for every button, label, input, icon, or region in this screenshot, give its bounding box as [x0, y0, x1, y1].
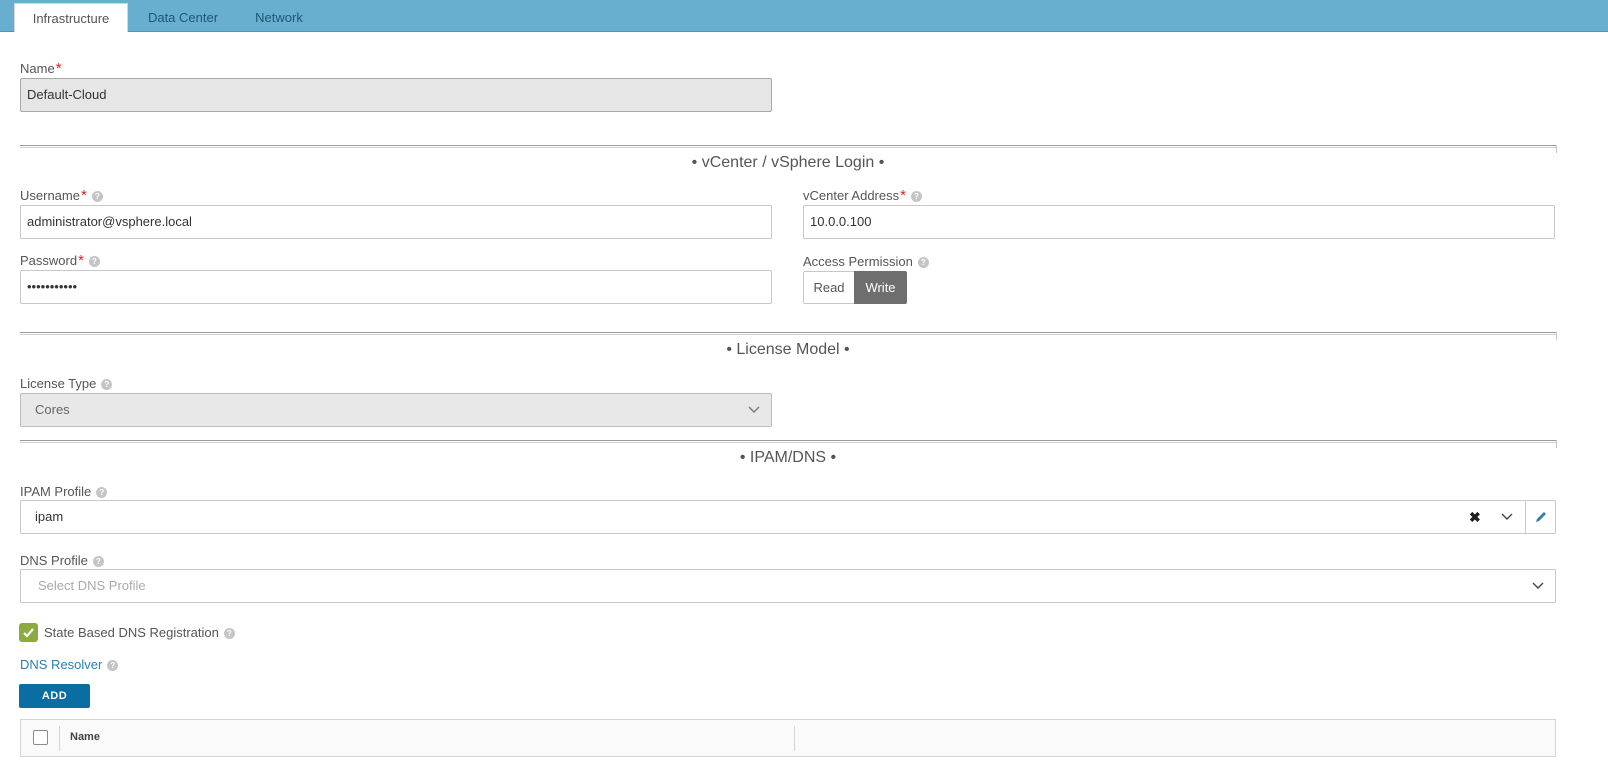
password-value: ••••••••••• [27, 279, 78, 294]
dns-resolver-link[interactable]: DNS Resolver? [20, 657, 119, 672]
chevron-down-icon [1532, 582, 1544, 589]
chevron-down-icon[interactable] [1500, 510, 1514, 524]
chevron-down-icon [748, 406, 760, 413]
section-title-license: • License Model • [726, 341, 850, 358]
dns-profile-placeholder: Select DNS Profile [38, 578, 146, 593]
username-label-text: Username [20, 188, 80, 203]
help-icon[interactable]: ? [92, 556, 104, 567]
password-label: Password*? [20, 253, 100, 269]
checkmark-icon [23, 628, 34, 638]
ipam-profile-select[interactable]: ipam ✖ [20, 500, 1556, 534]
access-read-button[interactable]: Read [803, 271, 855, 304]
pencil-edit-icon[interactable] [1534, 510, 1548, 524]
state-based-dns-label: State Based DNS Registration? [44, 625, 235, 641]
name-field[interactable]: Default-Cloud [20, 78, 772, 112]
help-icon[interactable]: ? [101, 379, 113, 390]
dns-profile-label: DNS Profile? [20, 553, 104, 569]
section-title-login: • vCenter / vSphere Login • [691, 154, 885, 171]
vcenter-address-input[interactable]: 10.0.0.100 [803, 205, 1555, 239]
add-button[interactable]: ADD [19, 684, 90, 708]
access-write-button[interactable]: Write [854, 271, 907, 304]
ipam-profile-label: IPAM Profile? [20, 484, 108, 500]
access-permission-label-text: Access Permission [803, 254, 913, 269]
password-input[interactable]: ••••••••••• [20, 270, 772, 304]
help-icon[interactable]: ? [91, 191, 103, 202]
required-mark: * [900, 187, 906, 204]
username-label: Username*? [20, 188, 103, 204]
state-based-dns-label-text: State Based DNS Registration [44, 625, 219, 640]
vcenter-address-label-text: vCenter Address [803, 188, 900, 203]
name-label-text: Name [20, 61, 55, 76]
state-based-dns-checkbox[interactable] [19, 623, 38, 642]
name-value: Default-Cloud [27, 87, 107, 102]
license-type-label-text: License Type [20, 376, 97, 391]
required-mark: * [78, 252, 84, 269]
username-value: administrator@vsphere.local [27, 214, 192, 229]
access-permission-label: Access Permission? [803, 254, 929, 270]
help-icon[interactable]: ? [910, 191, 922, 202]
clear-icon[interactable]: ✖ [1469, 510, 1481, 524]
required-mark: * [55, 60, 62, 77]
tab-bar: Infrastructure Data Center Network [0, 0, 1608, 32]
column-divider [794, 726, 795, 751]
license-type-value: Cores [35, 402, 70, 417]
section-title-ipam: • IPAM/DNS • [739, 449, 837, 466]
ipam-profile-value: ipam [35, 509, 64, 524]
input-divider [1525, 501, 1526, 533]
vcenter-address-label: vCenter Address*? [803, 188, 922, 204]
section-divider [20, 440, 1557, 448]
help-icon[interactable]: ? [88, 256, 100, 267]
vcenter-address-value: 10.0.0.100 [810, 214, 872, 229]
password-label-text: Password [20, 253, 78, 268]
help-icon[interactable]: ? [96, 487, 108, 498]
dns-resolver-label: DNS Resolver [20, 657, 103, 672]
help-icon[interactable]: ? [917, 257, 929, 268]
help-icon[interactable]: ? [223, 628, 235, 639]
tab-infrastructure[interactable]: Infrastructure [14, 3, 128, 32]
dns-profile-label-text: DNS Profile [20, 553, 88, 568]
section-divider [20, 332, 1557, 340]
dns-profile-select[interactable]: Select DNS Profile [20, 569, 1556, 603]
select-all-checkbox[interactable] [33, 730, 48, 745]
name-label: Name* [20, 61, 62, 77]
ipam-profile-label-text: IPAM Profile [20, 484, 92, 499]
column-header-name[interactable]: Name [70, 731, 100, 743]
tab-network[interactable]: Network [238, 3, 320, 32]
required-mark: * [80, 187, 87, 204]
section-divider [20, 145, 1557, 153]
license-type-label: License Type? [20, 376, 113, 392]
column-divider [59, 726, 60, 751]
dns-resolver-table-header: Name [20, 719, 1556, 757]
tab-data-center[interactable]: Data Center [128, 3, 238, 32]
license-type-select[interactable]: Cores [20, 393, 772, 427]
help-icon[interactable]: ? [107, 660, 119, 671]
username-input[interactable]: administrator@vsphere.local [20, 205, 772, 239]
